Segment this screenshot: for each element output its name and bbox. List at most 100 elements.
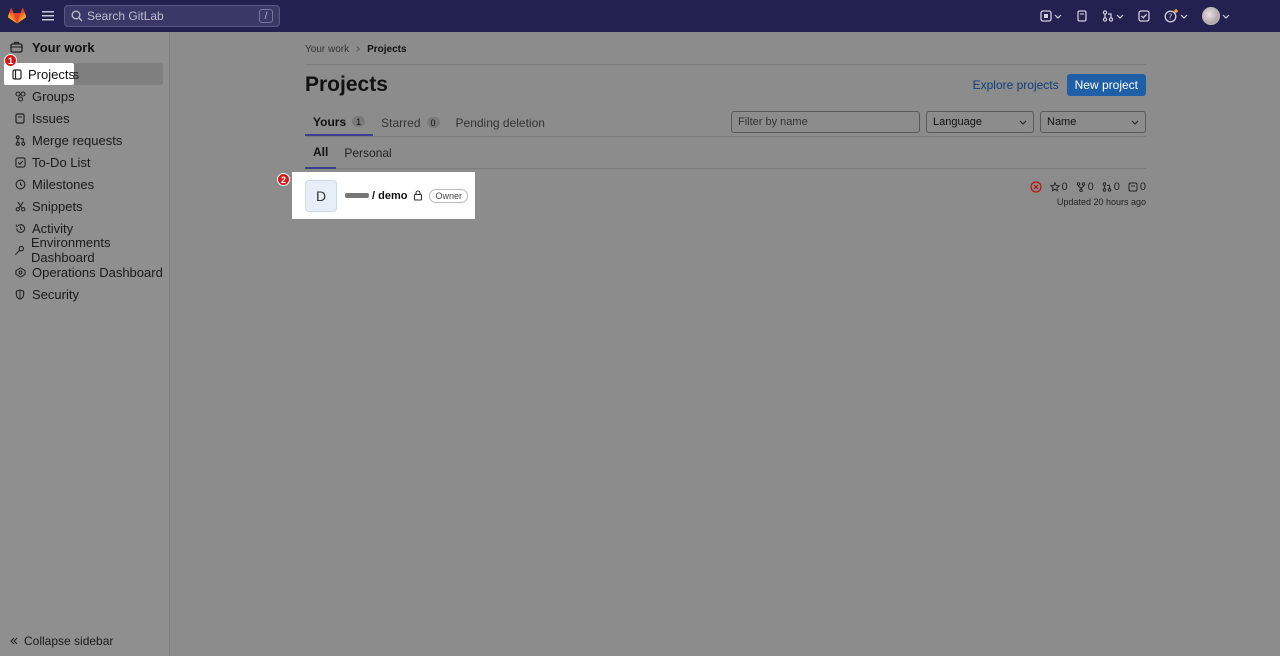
stars-stat[interactable]: 0 bbox=[1049, 181, 1068, 193]
tab-starred[interactable]: Starred 0 bbox=[373, 109, 447, 136]
svg-text:?: ? bbox=[1168, 12, 1172, 21]
issues-icon[interactable] bbox=[1076, 10, 1088, 22]
tab-count: 1 bbox=[352, 116, 366, 127]
tab-label: Yours bbox=[313, 114, 347, 129]
language-select-value: Language bbox=[933, 116, 982, 128]
project-stats: 0 0 0 0 bbox=[1029, 181, 1146, 193]
divider bbox=[305, 64, 1146, 65]
sidebar-item-groups[interactable]: Groups bbox=[4, 85, 163, 107]
issues-count: 0 bbox=[1139, 181, 1146, 193]
title-row: Projects Explore projects New project bbox=[305, 73, 1146, 96]
top-bar: Search GitLab / ? bbox=[0, 0, 1280, 32]
search-input[interactable]: Search GitLab / bbox=[64, 5, 280, 27]
merge-requests-count: 0 bbox=[1113, 181, 1120, 193]
sidebar-item-label: To-Do List bbox=[32, 154, 91, 170]
sidebar: Your work Projects Groups Issues Merge r… bbox=[0, 32, 170, 656]
redacted-namespace bbox=[345, 193, 369, 198]
sub-tabs: All Personal bbox=[305, 137, 1146, 169]
page-title: Projects bbox=[305, 73, 388, 96]
sidebar-item-issues[interactable]: Issues bbox=[4, 107, 163, 129]
explore-projects-link[interactable]: Explore projects bbox=[973, 78, 1059, 92]
breadcrumb: Your work Projects bbox=[305, 43, 1146, 55]
sidebar-header-label: Your work bbox=[32, 39, 95, 55]
sidebar-item-label: Milestones bbox=[32, 176, 95, 192]
shield-icon bbox=[14, 288, 26, 300]
snippet-icon bbox=[14, 201, 26, 212]
sidebar-item-label: Security bbox=[32, 286, 79, 302]
project-row: D / demo Owner 2 0 0 0 0 Updated 20 hour… bbox=[277, 169, 1146, 221]
project-name-label: / demo bbox=[372, 189, 408, 202]
user-menu[interactable] bbox=[1202, 7, 1230, 25]
search-shortcut-key: / bbox=[259, 9, 273, 23]
tab-label: Pending deletion bbox=[455, 115, 545, 130]
milestone-icon bbox=[14, 179, 26, 190]
new-project-button[interactable]: New project bbox=[1066, 74, 1146, 96]
sidebar-header: Your work bbox=[0, 32, 169, 62]
collapse-sidebar-label: Collapse sidebar bbox=[24, 634, 114, 648]
sidebar-item-label: Operations Dashboard bbox=[32, 264, 163, 280]
issues-icon bbox=[1128, 182, 1138, 192]
sidebar-item-label: Activity bbox=[32, 220, 74, 236]
operations-icon bbox=[14, 266, 26, 278]
sidebar-item-todo-list[interactable]: To-Do List bbox=[4, 151, 163, 173]
language-select[interactable]: Language bbox=[926, 111, 1034, 133]
title-actions: Explore projects New project bbox=[973, 74, 1146, 96]
gitlab-logo-icon[interactable] bbox=[0, 0, 34, 32]
stars-count: 0 bbox=[1061, 181, 1068, 193]
sidebar-item-merge-requests[interactable]: Merge requests bbox=[4, 129, 163, 151]
tab-pending-deletion[interactable]: Pending deletion bbox=[448, 109, 553, 136]
role-badge: Owner bbox=[429, 188, 468, 203]
issues-stat[interactable]: 0 bbox=[1128, 181, 1146, 193]
sidebar-item-operations-dashboard[interactable]: Operations Dashboard bbox=[4, 261, 163, 283]
sidebar-item-label: Merge requests bbox=[32, 132, 123, 148]
filters: Filter by name Language Name bbox=[731, 111, 1146, 133]
step-badge-1: 1 bbox=[4, 54, 17, 67]
filter-by-name-input[interactable]: Filter by name bbox=[731, 111, 920, 133]
breadcrumb-current: Projects bbox=[367, 43, 407, 55]
sidebar-item-label: Environments Dashboard bbox=[31, 235, 111, 265]
sidebar-item-label: Snippets bbox=[32, 198, 83, 214]
sidebar-item-security[interactable]: Security bbox=[4, 283, 163, 305]
chevron-down-icon bbox=[1131, 120, 1139, 125]
hamburger-menu-icon[interactable] bbox=[34, 0, 62, 32]
avatar bbox=[1202, 7, 1220, 25]
environment-icon bbox=[14, 245, 25, 256]
sort-select[interactable]: Name bbox=[1040, 111, 1146, 133]
lock-icon bbox=[413, 190, 423, 201]
star-icon bbox=[1049, 182, 1060, 192]
highlighted-projects-item[interactable]: Projects bbox=[4, 63, 75, 85]
sidebar-item-snippets[interactable]: Snippets bbox=[4, 195, 163, 217]
pipeline-failed-icon[interactable] bbox=[1029, 181, 1042, 193]
project-tabs: Yours 1 Starred 0 Pending deletion bbox=[305, 109, 553, 136]
tab-yours[interactable]: Yours 1 bbox=[305, 109, 374, 136]
tab-label: Starred bbox=[381, 115, 421, 130]
merge-requests-icon[interactable] bbox=[1102, 10, 1124, 22]
create-new-icon[interactable] bbox=[1040, 10, 1062, 22]
updated-time: Updated 20 hours ago bbox=[1056, 197, 1146, 207]
subtab-personal[interactable]: Personal bbox=[336, 137, 399, 169]
group-icon bbox=[14, 90, 26, 102]
briefcase-icon bbox=[10, 41, 24, 53]
project-name[interactable]: / demo bbox=[345, 190, 407, 202]
project-avatar[interactable]: D bbox=[305, 179, 337, 212]
chevron-down-icon bbox=[1019, 120, 1027, 125]
collapse-sidebar-button[interactable]: Collapse sidebar bbox=[10, 634, 113, 648]
chevron-right-icon bbox=[355, 44, 361, 55]
sidebar-item-label: Issues bbox=[32, 110, 70, 126]
merge-requests-stat[interactable]: 0 bbox=[1102, 181, 1120, 193]
forks-stat[interactable]: 0 bbox=[1076, 181, 1094, 193]
sidebar-item-milestones[interactable]: Milestones bbox=[4, 173, 163, 195]
tab-count: 0 bbox=[426, 117, 440, 128]
forks-count: 0 bbox=[1087, 181, 1094, 193]
project-meta: 0 0 0 0 Updated 20 hours ago bbox=[1029, 181, 1146, 207]
search-placeholder: Search GitLab bbox=[87, 9, 164, 23]
todo-icon[interactable] bbox=[1138, 10, 1150, 22]
history-icon bbox=[14, 223, 26, 234]
subtab-all[interactable]: All bbox=[305, 137, 337, 169]
search-icon bbox=[71, 10, 83, 22]
project-card[interactable]: D / demo Owner bbox=[292, 172, 475, 219]
sidebar-item-label: Groups bbox=[32, 88, 75, 104]
sidebar-item-environments-dashboard[interactable]: Environments Dashboard bbox=[4, 235, 163, 265]
help-icon[interactable]: ? bbox=[1164, 9, 1188, 23]
breadcrumb-parent[interactable]: Your work bbox=[305, 44, 349, 55]
